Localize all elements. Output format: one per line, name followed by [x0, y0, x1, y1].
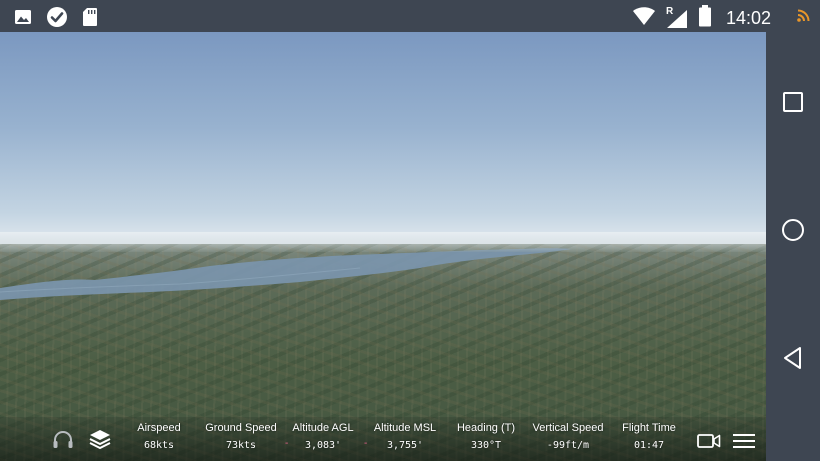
headset-icon[interactable] [52, 430, 74, 455]
image-icon [14, 8, 32, 31]
stat-flight-time: Flight Time 01:47 [618, 421, 680, 453]
check-circle-icon [46, 6, 68, 33]
flight-view[interactable] [0, 32, 766, 461]
stat-label: Altitude AGL [292, 422, 354, 434]
stat-airspeed: Airspeed 68kts [129, 421, 189, 453]
stat-label: Vertical Speed [532, 422, 604, 434]
stat-label: Altitude MSL [373, 422, 437, 434]
signal-roaming-icon: R [666, 5, 688, 29]
stat-value: 01:47 [633, 440, 665, 451]
navigation-bar [766, 32, 820, 461]
layers-icon[interactable] [88, 428, 112, 455]
stat-value: 330°T [470, 440, 502, 451]
back-button[interactable] [780, 345, 806, 371]
stat-label: Airspeed [137, 422, 181, 434]
roaming-label: R [666, 5, 674, 17]
stat-separator: - [364, 438, 368, 449]
wifi-icon [632, 6, 656, 31]
menu-icon[interactable] [733, 433, 755, 454]
battery-icon [698, 5, 712, 32]
home-button[interactable] [780, 217, 806, 243]
recents-button[interactable] [780, 89, 806, 115]
sky [0, 32, 766, 244]
stat-ground-speed: Ground Speed 73kts [201, 421, 281, 453]
sd-card-icon [82, 7, 98, 32]
stat-value: 3,083' [304, 440, 342, 451]
stat-value: 73kts [225, 440, 257, 451]
stat-altitude-msl: Altitude MSL 3,755' [370, 421, 440, 453]
stat-value: -99ft/m [546, 440, 590, 451]
stat-vertical-speed: Vertical Speed -99ft/m [528, 421, 608, 453]
rss-icon [797, 9, 810, 27]
horizon-haze [0, 232, 766, 252]
stat-label: Heading (T) [456, 422, 516, 434]
stat-label: Flight Time [622, 422, 676, 434]
video-camera-icon[interactable] [697, 433, 721, 454]
system-icons: R 14:02 [632, 5, 771, 32]
stat-value: 68kts [143, 440, 175, 451]
clock: 14:02 [726, 8, 772, 28]
status-bar: R 14:02 [0, 0, 820, 32]
stat-heading: Heading (T) 330°T [454, 421, 518, 453]
stat-value: 3,755' [386, 440, 424, 451]
flight-stats-bar: Airspeed 68kts Ground Speed 73kts - Alti… [0, 417, 766, 461]
stat-altitude-agl: Altitude AGL 3,083' [288, 421, 358, 453]
notification-icons [14, 6, 98, 33]
stat-label: Ground Speed [205, 422, 277, 434]
